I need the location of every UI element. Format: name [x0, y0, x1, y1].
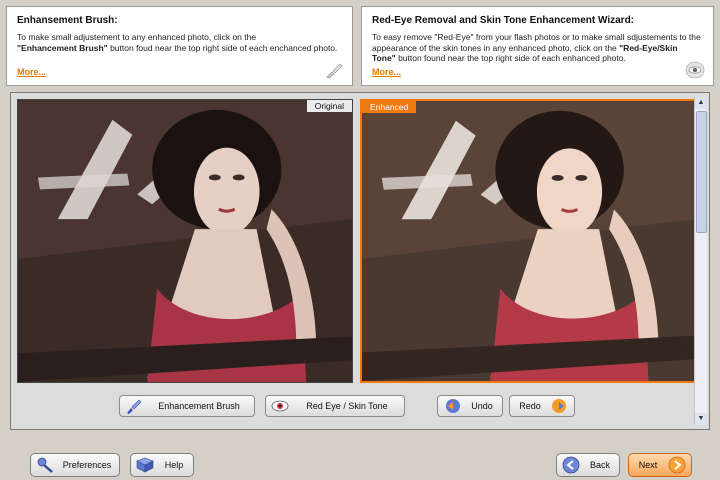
help-button[interactable]: Help — [130, 453, 194, 477]
redo-icon — [552, 399, 566, 413]
preferences-button[interactable]: Preferences — [30, 453, 120, 477]
photo-comparison-frame: Original Enhanced ▲ ▼ Enhancement Brush … — [10, 92, 710, 430]
back-arrow-icon — [562, 456, 580, 474]
enhancement-brush-info-panel: Enhansement Brush: To make small adjuste… — [6, 6, 353, 86]
red-eye-description: To easy remove "Red-Eye" from your flash… — [372, 32, 701, 63]
eye-icon — [685, 61, 705, 79]
eye-icon — [271, 400, 289, 412]
preferences-icon — [37, 457, 53, 473]
scroll-down-icon[interactable]: ▼ — [695, 413, 707, 425]
enhancement-brush-description: To make small adjustement to any enhance… — [17, 32, 338, 53]
redo-button[interactable]: Redo — [509, 395, 575, 417]
enhancement-brush-title: Enhansement Brush: — [17, 15, 118, 26]
enhanced-photo[interactable]: Enhanced — [360, 99, 696, 383]
next-arrow-icon — [668, 456, 686, 474]
original-photo: Original — [17, 99, 353, 383]
help-book-icon — [136, 457, 154, 473]
back-button[interactable]: Back — [556, 453, 620, 477]
scroll-up-icon[interactable]: ▲ — [695, 97, 707, 109]
vertical-scrollbar[interactable]: ▲ ▼ — [694, 97, 707, 425]
enhanced-label: Enhanced — [362, 101, 417, 113]
red-eye-skin-tone-button[interactable]: Red Eye / Skin Tone — [265, 395, 405, 417]
red-eye-more-link[interactable]: More... — [372, 67, 401, 77]
scrollbar-thumb[interactable] — [696, 111, 707, 233]
undo-icon — [446, 399, 460, 413]
enhancement-brush-more-link[interactable]: More... — [17, 67, 46, 77]
brush-icon — [127, 399, 142, 414]
next-button[interactable]: Next — [628, 453, 692, 477]
undo-button[interactable]: Undo — [437, 395, 503, 417]
original-label: Original — [306, 100, 352, 112]
brush-icon — [326, 63, 343, 79]
red-eye-title: Red-Eye Removal and Skin Tone Enhancemen… — [372, 15, 635, 26]
enhanced-photo-image — [362, 101, 694, 381]
original-photo-image — [18, 100, 352, 382]
red-eye-info-panel: Red-Eye Removal and Skin Tone Enhancemen… — [361, 6, 714, 86]
enhancement-brush-button[interactable]: Enhancement Brush — [119, 395, 255, 417]
